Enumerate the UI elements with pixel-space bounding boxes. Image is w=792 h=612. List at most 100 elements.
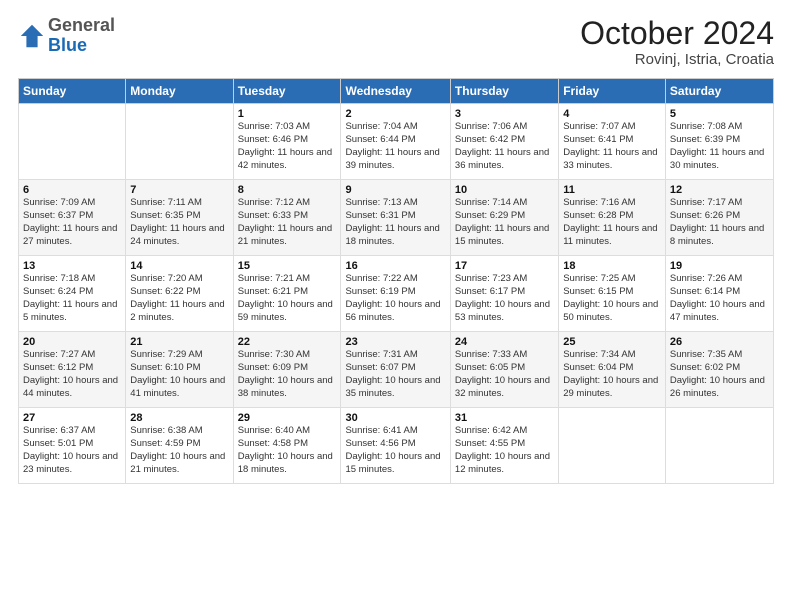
cell-info: Sunrise: 7:34 AM Sunset: 6:04 PM Dayligh… <box>563 349 661 400</box>
cell-info: Sunrise: 6:40 AM Sunset: 4:58 PM Dayligh… <box>238 425 337 476</box>
cell-2-0: 13Sunrise: 7:18 AM Sunset: 6:24 PM Dayli… <box>19 256 126 332</box>
day-number: 13 <box>23 260 121 272</box>
cell-info: Sunrise: 6:37 AM Sunset: 5:01 PM Dayligh… <box>23 425 121 476</box>
title-block: October 2024 Rovinj, Istria, Croatia <box>580 16 774 68</box>
cell-info: Sunrise: 7:18 AM Sunset: 6:24 PM Dayligh… <box>23 273 121 324</box>
cell-4-3: 30Sunrise: 6:41 AM Sunset: 4:56 PM Dayli… <box>341 408 450 484</box>
logo-blue: Blue <box>48 35 87 55</box>
col-thursday: Thursday <box>450 79 558 104</box>
cell-4-1: 28Sunrise: 6:38 AM Sunset: 4:59 PM Dayli… <box>126 408 233 484</box>
logo-text: General Blue <box>48 16 115 56</box>
month-year: October 2024 <box>580 16 774 51</box>
day-number: 23 <box>345 336 445 348</box>
day-number: 11 <box>563 184 661 196</box>
cell-info: Sunrise: 7:23 AM Sunset: 6:17 PM Dayligh… <box>455 273 554 324</box>
day-number: 5 <box>670 108 769 120</box>
cell-0-1 <box>126 104 233 180</box>
day-number: 17 <box>455 260 554 272</box>
cell-2-1: 14Sunrise: 7:20 AM Sunset: 6:22 PM Dayli… <box>126 256 233 332</box>
cell-1-0: 6Sunrise: 7:09 AM Sunset: 6:37 PM Daylig… <box>19 180 126 256</box>
col-sunday: Sunday <box>19 79 126 104</box>
cell-2-3: 16Sunrise: 7:22 AM Sunset: 6:19 PM Dayli… <box>341 256 450 332</box>
cell-2-2: 15Sunrise: 7:21 AM Sunset: 6:21 PM Dayli… <box>233 256 341 332</box>
cell-1-1: 7Sunrise: 7:11 AM Sunset: 6:35 PM Daylig… <box>126 180 233 256</box>
week-row-4: 27Sunrise: 6:37 AM Sunset: 5:01 PM Dayli… <box>19 408 774 484</box>
day-number: 15 <box>238 260 337 272</box>
day-number: 12 <box>670 184 769 196</box>
cell-info: Sunrise: 7:08 AM Sunset: 6:39 PM Dayligh… <box>670 121 769 172</box>
cell-1-3: 9Sunrise: 7:13 AM Sunset: 6:31 PM Daylig… <box>341 180 450 256</box>
col-friday: Friday <box>559 79 666 104</box>
day-number: 8 <box>238 184 337 196</box>
cell-4-2: 29Sunrise: 6:40 AM Sunset: 4:58 PM Dayli… <box>233 408 341 484</box>
cell-info: Sunrise: 7:03 AM Sunset: 6:46 PM Dayligh… <box>238 121 337 172</box>
cell-info: Sunrise: 7:12 AM Sunset: 6:33 PM Dayligh… <box>238 197 337 248</box>
day-number: 14 <box>130 260 228 272</box>
header-row: Sunday Monday Tuesday Wednesday Thursday… <box>19 79 774 104</box>
cell-0-3: 2Sunrise: 7:04 AM Sunset: 6:44 PM Daylig… <box>341 104 450 180</box>
cell-0-4: 3Sunrise: 7:06 AM Sunset: 6:42 PM Daylig… <box>450 104 558 180</box>
cell-info: Sunrise: 7:07 AM Sunset: 6:41 PM Dayligh… <box>563 121 661 172</box>
cell-info: Sunrise: 7:22 AM Sunset: 6:19 PM Dayligh… <box>345 273 445 324</box>
logo-general: General <box>48 15 115 35</box>
col-wednesday: Wednesday <box>341 79 450 104</box>
cell-3-4: 24Sunrise: 7:33 AM Sunset: 6:05 PM Dayli… <box>450 332 558 408</box>
location: Rovinj, Istria, Croatia <box>580 51 774 68</box>
day-number: 16 <box>345 260 445 272</box>
cell-2-6: 19Sunrise: 7:26 AM Sunset: 6:14 PM Dayli… <box>665 256 773 332</box>
cell-info: Sunrise: 7:21 AM Sunset: 6:21 PM Dayligh… <box>238 273 337 324</box>
day-number: 6 <box>23 184 121 196</box>
week-row-2: 13Sunrise: 7:18 AM Sunset: 6:24 PM Dayli… <box>19 256 774 332</box>
cell-info: Sunrise: 6:41 AM Sunset: 4:56 PM Dayligh… <box>345 425 445 476</box>
cell-3-2: 22Sunrise: 7:30 AM Sunset: 6:09 PM Dayli… <box>233 332 341 408</box>
week-row-0: 1Sunrise: 7:03 AM Sunset: 6:46 PM Daylig… <box>19 104 774 180</box>
cell-3-1: 21Sunrise: 7:29 AM Sunset: 6:10 PM Dayli… <box>126 332 233 408</box>
cell-0-2: 1Sunrise: 7:03 AM Sunset: 6:46 PM Daylig… <box>233 104 341 180</box>
cell-0-6: 5Sunrise: 7:08 AM Sunset: 6:39 PM Daylig… <box>665 104 773 180</box>
day-number: 31 <box>455 412 554 424</box>
day-number: 18 <box>563 260 661 272</box>
day-number: 26 <box>670 336 769 348</box>
cell-2-5: 18Sunrise: 7:25 AM Sunset: 6:15 PM Dayli… <box>559 256 666 332</box>
cell-info: Sunrise: 7:30 AM Sunset: 6:09 PM Dayligh… <box>238 349 337 400</box>
cell-info: Sunrise: 7:26 AM Sunset: 6:14 PM Dayligh… <box>670 273 769 324</box>
day-number: 24 <box>455 336 554 348</box>
day-number: 25 <box>563 336 661 348</box>
cell-3-6: 26Sunrise: 7:35 AM Sunset: 6:02 PM Dayli… <box>665 332 773 408</box>
cell-info: Sunrise: 7:16 AM Sunset: 6:28 PM Dayligh… <box>563 197 661 248</box>
day-number: 10 <box>455 184 554 196</box>
cell-4-5 <box>559 408 666 484</box>
cell-info: Sunrise: 7:25 AM Sunset: 6:15 PM Dayligh… <box>563 273 661 324</box>
col-monday: Monday <box>126 79 233 104</box>
header: General Blue October 2024 Rovinj, Istria… <box>18 16 774 68</box>
cell-info: Sunrise: 7:27 AM Sunset: 6:12 PM Dayligh… <box>23 349 121 400</box>
day-number: 21 <box>130 336 228 348</box>
logo: General Blue <box>18 16 115 56</box>
day-number: 7 <box>130 184 228 196</box>
cell-1-4: 10Sunrise: 7:14 AM Sunset: 6:29 PM Dayli… <box>450 180 558 256</box>
cell-2-4: 17Sunrise: 7:23 AM Sunset: 6:17 PM Dayli… <box>450 256 558 332</box>
cell-0-0 <box>19 104 126 180</box>
day-number: 28 <box>130 412 228 424</box>
day-number: 2 <box>345 108 445 120</box>
day-number: 1 <box>238 108 337 120</box>
cell-info: Sunrise: 7:33 AM Sunset: 6:05 PM Dayligh… <box>455 349 554 400</box>
page: General Blue October 2024 Rovinj, Istria… <box>0 0 792 612</box>
day-number: 19 <box>670 260 769 272</box>
cell-info: Sunrise: 7:17 AM Sunset: 6:26 PM Dayligh… <box>670 197 769 248</box>
cell-info: Sunrise: 7:14 AM Sunset: 6:29 PM Dayligh… <box>455 197 554 248</box>
cell-info: Sunrise: 7:09 AM Sunset: 6:37 PM Dayligh… <box>23 197 121 248</box>
cell-info: Sunrise: 7:29 AM Sunset: 6:10 PM Dayligh… <box>130 349 228 400</box>
cell-info: Sunrise: 7:31 AM Sunset: 6:07 PM Dayligh… <box>345 349 445 400</box>
cell-0-5: 4Sunrise: 7:07 AM Sunset: 6:41 PM Daylig… <box>559 104 666 180</box>
cell-1-5: 11Sunrise: 7:16 AM Sunset: 6:28 PM Dayli… <box>559 180 666 256</box>
logo-icon <box>18 22 46 50</box>
week-row-3: 20Sunrise: 7:27 AM Sunset: 6:12 PM Dayli… <box>19 332 774 408</box>
cell-3-0: 20Sunrise: 7:27 AM Sunset: 6:12 PM Dayli… <box>19 332 126 408</box>
cell-4-6 <box>665 408 773 484</box>
cell-info: Sunrise: 7:35 AM Sunset: 6:02 PM Dayligh… <box>670 349 769 400</box>
cell-info: Sunrise: 6:42 AM Sunset: 4:55 PM Dayligh… <box>455 425 554 476</box>
cell-info: Sunrise: 7:06 AM Sunset: 6:42 PM Dayligh… <box>455 121 554 172</box>
col-saturday: Saturday <box>665 79 773 104</box>
cell-3-3: 23Sunrise: 7:31 AM Sunset: 6:07 PM Dayli… <box>341 332 450 408</box>
